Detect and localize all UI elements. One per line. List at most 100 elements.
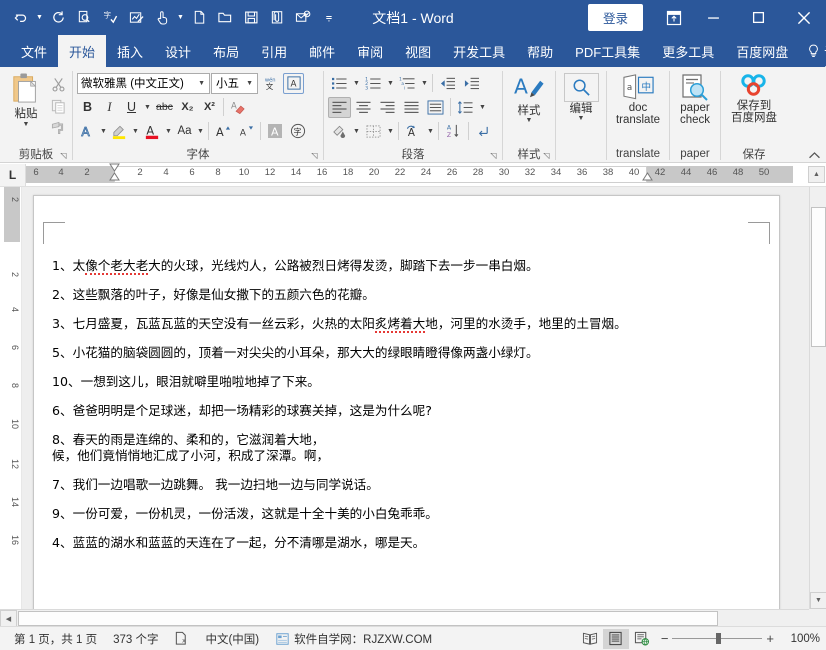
- show-formatting-marks-icon[interactable]: [472, 121, 493, 142]
- redo-icon[interactable]: [45, 5, 71, 31]
- touch-mode-icon[interactable]: [149, 5, 175, 31]
- text-effects-dropdown-icon[interactable]: ▼: [99, 121, 108, 142]
- tab-pdf-tools[interactable]: PDF工具集: [564, 35, 651, 67]
- styles-button[interactable]: A 样式 ▼: [507, 70, 551, 125]
- tab-file[interactable]: 文件: [10, 35, 58, 67]
- phonetic-guide-icon[interactable]: wén文: [259, 73, 282, 94]
- undo-icon[interactable]: [8, 5, 34, 31]
- paragraph-10[interactable]: 9、一份可爱，一份机灵，一份活泼，这就是十全十美的小白兔乖乖。: [52, 506, 765, 522]
- paragraph-1[interactable]: 1、太像个老大老大的火球，光线灼人，公路被烈日烤得发烫，脚踏下去一步一串白烟。: [52, 258, 765, 274]
- open-folder-icon[interactable]: [212, 5, 238, 31]
- zoom-thumb[interactable]: [716, 633, 721, 644]
- vertical-scrollbar[interactable]: ▼: [809, 187, 826, 609]
- ribbon-display-options-icon[interactable]: [657, 0, 691, 35]
- tab-references[interactable]: 引用: [250, 35, 298, 67]
- tab-review[interactable]: 审阅: [346, 35, 394, 67]
- shrink-font-icon[interactable]: A: [235, 121, 257, 142]
- horizontal-scroll-thumb[interactable]: [18, 611, 718, 626]
- minimize-button[interactable]: [691, 0, 736, 35]
- tab-insert[interactable]: 插入: [106, 35, 154, 67]
- align-left-icon[interactable]: [328, 97, 351, 118]
- right-indent-marker[interactable]: [642, 172, 651, 187]
- font-color-icon[interactable]: A: [141, 121, 163, 142]
- tab-design[interactable]: 设计: [154, 35, 202, 67]
- spelling-error[interactable]: 炙烤着大: [375, 316, 425, 333]
- change-case-dropdown-icon[interactable]: ▼: [196, 121, 205, 142]
- enclose-characters-icon[interactable]: 字: [287, 121, 309, 142]
- shading-dropdown-icon[interactable]: ▼: [352, 121, 361, 142]
- decrease-indent-icon[interactable]: [436, 73, 459, 94]
- scroll-up-button[interactable]: ▲: [808, 166, 825, 183]
- word-count[interactable]: 373 个字: [105, 628, 166, 650]
- font-name-combobox[interactable]: 微软雅黑 (中文正文) ▼: [77, 73, 210, 94]
- horizontal-ruler[interactable]: L 6 4 2 2 4 6 8 10 12 14 16 18 20 22 24 …: [0, 163, 826, 187]
- tab-help[interactable]: 帮助: [516, 35, 564, 67]
- styles-dialog-launcher[interactable]: ◹: [541, 150, 552, 161]
- font-size-dropdown-icon[interactable]: ▼: [246, 80, 255, 87]
- tab-view[interactable]: 视图: [394, 35, 442, 67]
- language-indicator[interactable]: 中文(中国): [197, 628, 267, 650]
- paragraph-dialog-launcher[interactable]: ◹: [488, 150, 499, 161]
- strikethrough-button[interactable]: abc: [153, 97, 176, 118]
- distribute-icon[interactable]: [424, 97, 447, 118]
- character-shading-icon[interactable]: A: [264, 121, 286, 142]
- paragraph-4[interactable]: 5、小花猫的脑袋圆圆的，顶着一对尖尖的小耳朵，那大大的绿眼睛瞪得像两盏小绿灯。: [52, 345, 765, 361]
- multilevel-list-icon[interactable]: 1ai: [396, 73, 419, 94]
- tab-mailings[interactable]: 邮件: [298, 35, 346, 67]
- font-color-dropdown-icon[interactable]: ▼: [164, 121, 173, 142]
- read-mode-icon[interactable]: [577, 629, 603, 649]
- close-button[interactable]: [781, 0, 826, 35]
- document-canvas[interactable]: 1、太像个老大老大的火球，光线灼人，公路被烈日烤得发烫，脚踏下去一步一串白烟。 …: [22, 187, 809, 609]
- hanging-indent-marker[interactable]: [109, 172, 118, 187]
- chinese-layout-dropdown-icon[interactable]: ▼: [426, 121, 435, 142]
- tab-more-tools[interactable]: 更多工具: [651, 35, 725, 67]
- increase-indent-icon[interactable]: [460, 73, 483, 94]
- clipboard-dialog-launcher[interactable]: ◹: [58, 150, 69, 161]
- editing-dropdown-icon[interactable]: ▼: [578, 115, 585, 123]
- zoom-level[interactable]: 100%: [780, 633, 820, 645]
- copy-icon[interactable]: [48, 96, 68, 116]
- numbering-icon[interactable]: 123: [362, 73, 385, 94]
- doc-translate-button[interactable]: a中 doc translate: [611, 70, 665, 126]
- tab-layout[interactable]: 布局: [202, 35, 250, 67]
- tab-baidu-netdisk[interactable]: 百度网盘: [725, 35, 799, 67]
- vertical-scroll-thumb[interactable]: [811, 207, 826, 347]
- tab-home[interactable]: 开始: [58, 35, 106, 67]
- change-case-button[interactable]: Aa: [174, 121, 195, 142]
- borders-icon[interactable]: [362, 121, 385, 142]
- underline-button[interactable]: U: [121, 97, 142, 118]
- bold-button[interactable]: B: [77, 97, 98, 118]
- paragraph-5[interactable]: 10、一想到这儿，眼泪就噼里啪啦地掉了下来。: [52, 374, 765, 390]
- attach-icon[interactable]: [264, 5, 290, 31]
- numbering-dropdown-icon[interactable]: ▼: [386, 73, 395, 94]
- web-layout-icon[interactable]: [629, 629, 655, 649]
- save-to-baidu-button[interactable]: 保存到 百度网盘: [725, 70, 783, 124]
- paragraph-2[interactable]: 2、这些飘落的叶子，好像是仙女撒下的五颜六色的花瓣。: [52, 287, 765, 303]
- clear-formatting-icon[interactable]: A: [227, 97, 249, 118]
- horizontal-scrollbar[interactable]: ◀: [0, 609, 809, 626]
- font-size-combobox[interactable]: 小五 ▼: [211, 73, 258, 94]
- touch-mode-dropdown-icon[interactable]: ▼: [175, 5, 186, 31]
- paragraph-11[interactable]: 4、蓝蓝的湖水和蓝蓝的天连在了一起，分不清哪是湖水，哪是天。: [52, 535, 765, 551]
- scroll-left-button[interactable]: ◀: [0, 610, 17, 626]
- format-painter-icon[interactable]: [48, 118, 68, 138]
- print-preview-icon[interactable]: [71, 5, 97, 31]
- tab-stop-selector[interactable]: L: [0, 164, 26, 186]
- spelling-error[interactable]: 像个老大老: [85, 258, 148, 275]
- paragraph-7[interactable]: 8、春天的雨是连绵的、柔和的，它滋润着大地，: [52, 432, 765, 448]
- paragraph-3[interactable]: 3、七月盛夏，瓦蓝瓦蓝的天空没有一丝云彩，火热的太阳炙烤着大地，河里的水烫手，地…: [52, 316, 765, 332]
- underline-dropdown-icon[interactable]: ▼: [143, 97, 152, 118]
- paragraph-6[interactable]: 6、爸爸明明是个足球迷，却把一场精彩的球赛关掉，这是为什么呢?: [52, 403, 765, 419]
- new-document-icon[interactable]: [186, 5, 212, 31]
- bullets-icon[interactable]: [328, 73, 351, 94]
- zoom-slider[interactable]: − +: [661, 631, 774, 646]
- sign-in-button[interactable]: 登录: [588, 4, 643, 31]
- paper-check-button[interactable]: paper check: [674, 70, 716, 126]
- styles-dropdown-icon[interactable]: ▼: [526, 117, 533, 125]
- line-spacing-dropdown-icon[interactable]: ▼: [478, 97, 487, 118]
- save-icon[interactable]: [238, 5, 264, 31]
- print-layout-icon[interactable]: [603, 629, 629, 649]
- italic-button[interactable]: I: [99, 97, 120, 118]
- highlight-color-icon[interactable]: [109, 121, 130, 142]
- paragraph-9[interactable]: 7、我们一边唱歌一边跳舞。 我一边扫地一边与同学说话。: [52, 477, 765, 493]
